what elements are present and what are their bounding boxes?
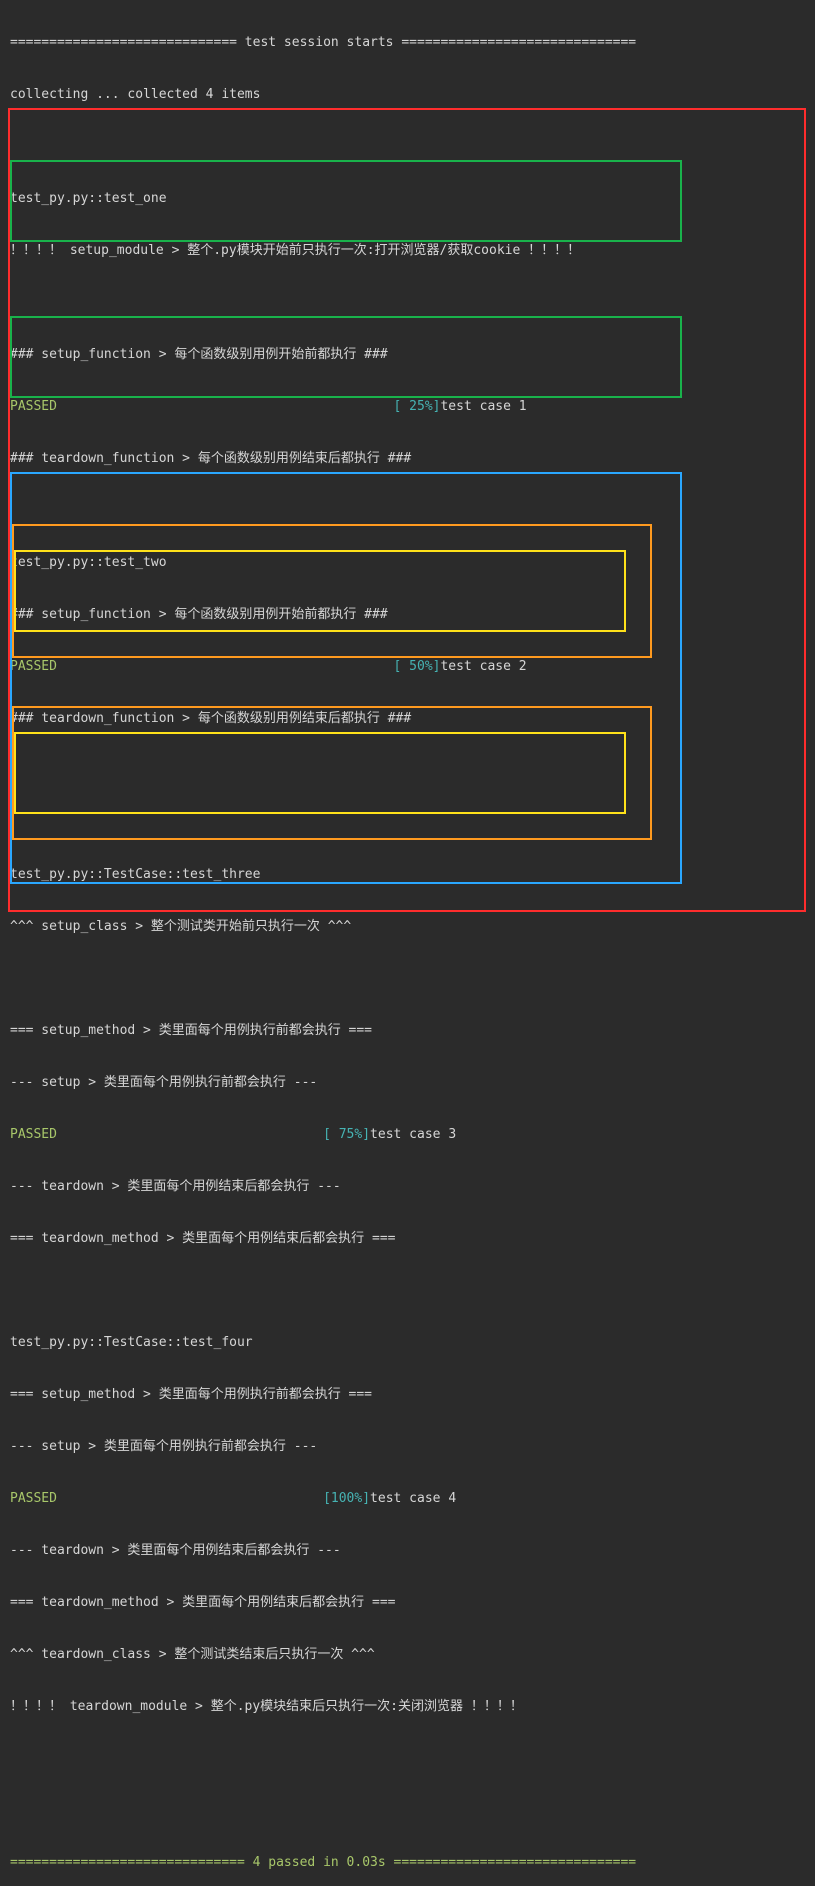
teardown-method-line: === teardown_method > 类里面每个用例结束后都会执行 ===	[10, 1590, 805, 1616]
setup-class-line: ^^^ setup_class > 整个测试类开始前只执行一次 ^^^	[10, 914, 805, 940]
setup-method-line: === setup_method > 类里面每个用例执行前都会执行 ===	[10, 1018, 805, 1044]
progress-pct: [ 75%]	[57, 1127, 370, 1142]
collecting-line: collecting ... collected 4 items	[10, 82, 805, 108]
blank-line	[10, 1798, 805, 1824]
setup-method-line: === setup_method > 类里面每个用例执行前都会执行 ===	[10, 1382, 805, 1408]
annotation-box-green	[10, 160, 682, 242]
blank-line	[10, 1278, 805, 1304]
annotation-box-green	[10, 316, 682, 398]
annotation-box-yellow	[14, 550, 626, 632]
teardown-line: --- teardown > 类里面每个用例结束后都会执行 ---	[10, 1538, 805, 1564]
passed-line: PASSED [ 75%]test case 3	[10, 1122, 805, 1148]
teardown-line: --- teardown > 类里面每个用例结束后都会执行 ---	[10, 1174, 805, 1200]
teardown-module-line: ！！！！ teardown_module > 整个.py模块结束后只执行一次:关…	[10, 1694, 805, 1720]
progress-pct: [100%]	[57, 1491, 370, 1506]
blank-line	[10, 1746, 805, 1772]
setup-line: --- setup > 类里面每个用例执行前都会执行 ---	[10, 1070, 805, 1096]
passed-label: PASSED	[10, 1127, 57, 1142]
blank-line	[10, 966, 805, 992]
passed-line: PASSED [100%]test case 4	[10, 1486, 805, 1512]
test-id: test_py.py::TestCase::test_four	[10, 1330, 805, 1356]
terminal-output: ============================= test sessi…	[0, 0, 815, 943]
teardown-class-line: ^^^ teardown_class > 整个测试类结束后只执行一次 ^^^	[10, 1642, 805, 1668]
case-label: test case 3	[370, 1127, 456, 1142]
annotation-box-yellow	[14, 732, 626, 814]
case-label: test case 4	[370, 1491, 456, 1506]
teardown-method-line: === teardown_method > 类里面每个用例结束后都会执行 ===	[10, 1226, 805, 1252]
setup-line: --- setup > 类里面每个用例执行前都会执行 ---	[10, 1434, 805, 1460]
passed-label: PASSED	[10, 1491, 57, 1506]
session-start-line: ============================= test sessi…	[10, 30, 805, 56]
summary-line: ============================== 4 passed …	[10, 1850, 805, 1876]
